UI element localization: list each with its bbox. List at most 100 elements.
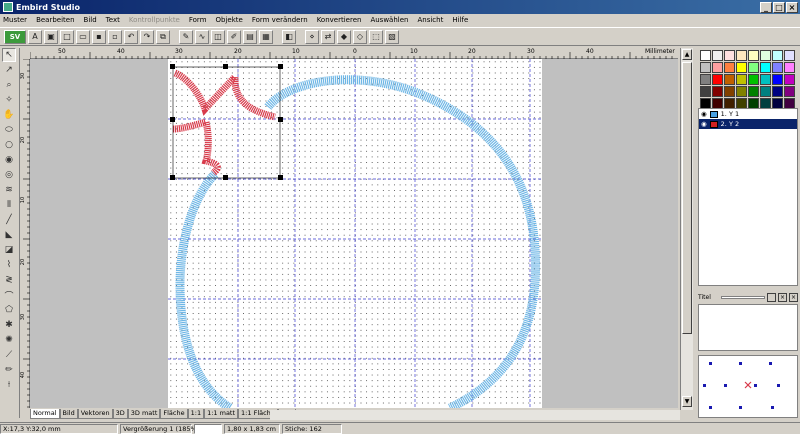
title-slider[interactable] — [720, 295, 765, 299]
magic-wand-icon[interactable]: ✧ — [2, 93, 16, 107]
scroll-up-arrow[interactable]: ▲ — [682, 49, 692, 60]
palette-swatch[interactable] — [784, 86, 795, 97]
view-tab-2[interactable]: Vektoren — [77, 409, 113, 419]
save-icon[interactable]: ▪ — [92, 29, 106, 44]
menu-item-3[interactable]: Text — [106, 16, 120, 24]
palette-swatch[interactable] — [748, 86, 759, 97]
palette-swatch[interactable] — [736, 86, 747, 97]
run-stitch-icon[interactable]: ⌇ — [2, 258, 16, 272]
palette-swatch[interactable] — [724, 86, 735, 97]
node-select-icon[interactable]: ↗ — [2, 63, 16, 77]
minimize-button[interactable]: _ — [760, 1, 772, 13]
palette-swatch[interactable] — [772, 74, 783, 85]
view-tab-0[interactable]: Normal — [30, 409, 60, 419]
open-folder-icon[interactable]: ▭ — [76, 29, 90, 44]
palette-swatch[interactable] — [760, 86, 771, 97]
close-button[interactable]: × — [786, 1, 798, 13]
palette-swatch[interactable] — [724, 74, 735, 85]
view-tab-6[interactable]: 1:1 — [187, 409, 205, 419]
palette-swatch[interactable] — [712, 62, 723, 73]
vertical-scrollbar[interactable]: ▲ ▼ — [680, 48, 693, 410]
ellipse-icon[interactable]: ⬭ — [2, 123, 16, 137]
transform-icon[interactable]: ◇ — [353, 29, 367, 44]
palette-swatch[interactable] — [700, 86, 711, 97]
frame-icon[interactable]: ▤ — [243, 29, 257, 44]
view-tab-7[interactable]: 1:1 matt — [204, 409, 239, 419]
spiral-icon[interactable]: ◉ — [2, 153, 16, 167]
embird-main-button[interactable]: SV — [4, 29, 26, 44]
horizontal-scrollbar[interactable] — [270, 410, 680, 420]
node-icon[interactable]: ◆ — [337, 29, 351, 44]
palette-swatch[interactable] — [700, 50, 711, 61]
satin-icon[interactable]: ≋ — [2, 183, 16, 197]
star-icon[interactable]: ✱ — [2, 318, 16, 332]
knife-icon[interactable]: ⟋ — [2, 348, 16, 362]
gear-icon[interactable]: ✺ — [2, 333, 16, 347]
pointer-icon[interactable]: ↖ — [2, 48, 16, 62]
pen-icon[interactable]: ✐ — [227, 29, 241, 44]
menu-item-0[interactable]: Muster — [3, 16, 27, 24]
eye-icon[interactable]: ◉ — [701, 110, 707, 118]
palette-swatch[interactable] — [724, 62, 735, 73]
fill-icon[interactable]: ◫ — [211, 29, 225, 44]
menu-item-2[interactable]: Bild — [84, 16, 97, 24]
polygon-icon[interactable]: ⬠ — [2, 303, 16, 317]
palette-swatch[interactable] — [784, 50, 795, 61]
palette-swatch[interactable] — [772, 50, 783, 61]
zigzag-icon[interactable]: ≷ — [2, 273, 16, 287]
pencil-icon[interactable]: ✏ — [2, 363, 16, 377]
palette-swatch[interactable] — [736, 50, 747, 61]
eye-icon[interactable]: ◉ — [701, 120, 707, 128]
palette-swatch[interactable] — [748, 50, 759, 61]
maximize-button[interactable]: □ — [773, 1, 785, 13]
shape-icon[interactable]: ◣ — [2, 228, 16, 242]
mirror-icon[interactable]: ⬚ — [369, 29, 383, 44]
palette-swatch[interactable] — [712, 50, 723, 61]
eyedropper-icon[interactable]: ⟊ — [2, 378, 16, 392]
palette-swatch[interactable] — [784, 62, 795, 73]
circle-icon[interactable]: ○ — [2, 138, 16, 152]
view-tab-3[interactable]: 3D — [112, 409, 128, 419]
palette-swatch[interactable] — [748, 74, 759, 85]
palette-swatch[interactable] — [760, 74, 771, 85]
menu-item-1[interactable]: Bearbeiten — [36, 16, 74, 24]
new-file-icon[interactable]: □ — [60, 29, 74, 44]
hoop-icon[interactable]: ◧ — [282, 29, 296, 44]
column-icon[interactable]: ⫴ — [2, 198, 16, 212]
menu-item-6[interactable]: Objekte — [216, 16, 243, 24]
copy-icon[interactable]: ⧉ — [156, 29, 170, 44]
palette-swatch[interactable] — [700, 62, 711, 73]
palette-swatch[interactable] — [772, 62, 783, 73]
view-tab-4[interactable]: 3D matt — [127, 409, 161, 419]
undo-icon[interactable]: ↶ — [124, 29, 138, 44]
grid-icon[interactable]: ▦ — [259, 29, 273, 44]
menu-item-5[interactable]: Form — [189, 16, 207, 24]
palette-swatch[interactable] — [712, 74, 723, 85]
text-tool-button[interactable]: A — [28, 29, 42, 44]
scroll-thumb[interactable] — [682, 62, 692, 334]
title-close-icon[interactable]: × — [778, 292, 787, 302]
palette-swatch[interactable] — [724, 50, 735, 61]
palette-swatch[interactable] — [736, 74, 747, 85]
redo-icon[interactable]: ↷ — [140, 29, 154, 44]
brush-icon[interactable]: ✎ — [179, 29, 193, 44]
select-icon[interactable]: ▣ — [44, 29, 58, 44]
layer-row[interactable]: ◉ 2. Y 2 — [699, 119, 797, 129]
design-workspace[interactable] — [30, 59, 678, 408]
menu-item-4[interactable]: Kontrollpunkte — [129, 16, 180, 24]
ring-icon[interactable]: ◎ — [2, 168, 16, 182]
palette-swatch[interactable] — [760, 62, 771, 73]
hand-icon[interactable]: ✋ — [2, 108, 16, 122]
save-as-icon[interactable]: ▫ — [108, 29, 122, 44]
group-icon[interactable]: ▧ — [385, 29, 399, 44]
palette-swatch[interactable] — [748, 62, 759, 73]
palette-swatch[interactable] — [784, 74, 795, 85]
zoom-input[interactable] — [194, 423, 222, 434]
convert-icon[interactable]: ⇄ — [321, 29, 335, 44]
stitch-icon[interactable]: ⋄ — [305, 29, 319, 44]
palette-swatch[interactable] — [712, 86, 723, 97]
red-stitch-crown[interactable] — [172, 68, 276, 176]
line-icon[interactable]: ╱ — [2, 213, 16, 227]
view-tab-5[interactable]: Fläche — [160, 409, 188, 419]
title-close2-icon[interactable]: × — [789, 292, 798, 302]
